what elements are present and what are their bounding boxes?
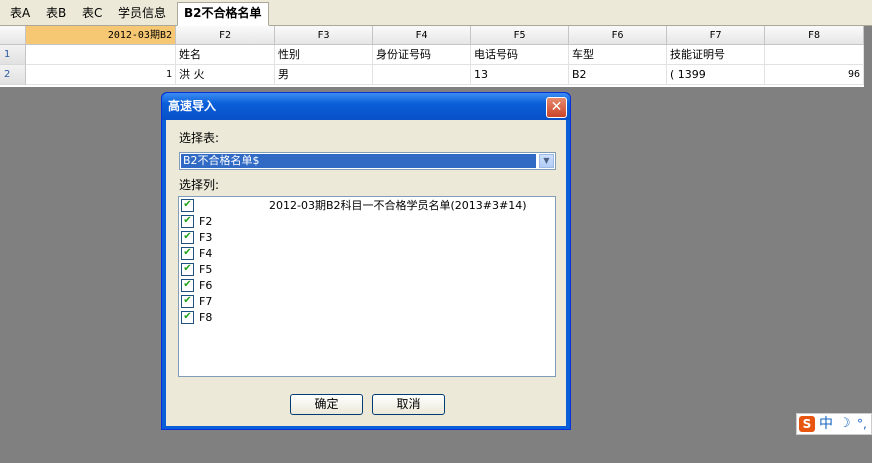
column-header-f6[interactable]: F6 [569, 26, 667, 45]
table-cell[interactable]: 性别 [275, 45, 373, 65]
ok-button[interactable]: 确定 [290, 394, 363, 415]
sogou-logo-icon[interactable]: S [799, 416, 815, 432]
tab-sheet-a[interactable]: 表A [4, 3, 36, 24]
column-item-label: 2012-03期B2科目一不合格学员名单(2013#3#14) [269, 199, 527, 212]
select-columns-label: 选择列: [179, 178, 220, 192]
column-header-f4[interactable]: F4 [373, 26, 471, 45]
column-header-f5[interactable]: F5 [471, 26, 569, 45]
table-cell[interactable] [373, 65, 471, 85]
select-table-label: 选择表: [179, 131, 220, 145]
table-cell[interactable]: 车型 [569, 45, 667, 65]
checkbox-checked-icon[interactable]: ✔ [181, 310, 194, 324]
sheet-tab-bar: 表A 表B 表C 学员信息 B2不合格名单 [0, 0, 872, 26]
column-header-f7[interactable]: F7 [667, 26, 765, 45]
column-item-label: F2 [199, 215, 213, 228]
tab-sheet-c[interactable]: 表C [76, 3, 108, 24]
grid-corner[interactable] [0, 26, 26, 45]
fast-import-dialog: 高速导入 ✕ 选择表: B2不合格名单$ ▼ 选择列: ✔ 2012-03期B2科… [161, 92, 571, 430]
table-cell[interactable]: 电话号码 [471, 45, 569, 65]
table-cell[interactable] [765, 45, 864, 65]
moon-icon[interactable]: ☽ [839, 415, 851, 433]
table-cell[interactable]: 洪 火 [176, 65, 275, 85]
table-cell[interactable]: 身份证号码 [373, 45, 471, 65]
column-item-label: F3 [199, 231, 213, 244]
ime-status-bar[interactable]: S 中 ☽ °, [796, 413, 872, 435]
table-select-value: B2不合格名单$ [181, 154, 536, 168]
punctuation-icon[interactable]: °, [857, 415, 867, 433]
table-cell[interactable]: B2 [569, 65, 667, 85]
table-select[interactable]: B2不合格名单$ ▼ [179, 152, 556, 170]
table-cell[interactable]: 男 [275, 65, 373, 85]
checkbox-checked-icon[interactable]: ✔ [181, 214, 194, 228]
column-header-f8[interactable]: F8 [765, 26, 864, 45]
spreadsheet-grid: 2012-03期B2 F2 F3 F4 F5 F6 F7 F8 1 姓名 性别 … [0, 26, 864, 87]
close-icon[interactable]: ✕ [546, 97, 567, 118]
table-cell[interactable]: 技能证明号 [667, 45, 765, 65]
column-item-label: F5 [199, 263, 213, 276]
table-cell[interactable]: 13 [471, 65, 569, 85]
list-item[interactable]: ✔ F4 [181, 246, 212, 262]
column-header-f2[interactable]: F2 [176, 26, 275, 45]
dialog-title-bar[interactable]: 高速导入 ✕ [162, 93, 570, 120]
column-item-label: F6 [199, 279, 213, 292]
column-header-f3[interactable]: F3 [275, 26, 373, 45]
table-cell[interactable]: 姓名 [176, 45, 275, 65]
list-item[interactable]: ✔ F3 [181, 230, 212, 246]
checkbox-checked-icon[interactable]: ✔ [181, 278, 194, 292]
row-header-2[interactable]: 2 [0, 65, 26, 85]
column-header-a[interactable]: 2012-03期B2 [26, 26, 176, 45]
list-item[interactable]: ✔ F8 [181, 310, 212, 326]
list-item[interactable]: ✔ F5 [181, 262, 212, 278]
column-item-label: F7 [199, 295, 213, 308]
column-item-label: F8 [199, 311, 213, 324]
row-header-1[interactable]: 1 [0, 45, 26, 65]
chevron-down-icon[interactable]: ▼ [539, 154, 554, 168]
table-cell[interactable]: ( 1399 [667, 65, 765, 85]
table-cell[interactable] [26, 45, 176, 65]
checkbox-checked-icon[interactable]: ✔ [181, 198, 194, 212]
tab-b2-failed-list[interactable]: B2不合格名单 [177, 2, 269, 26]
table-cell[interactable]: 1 [26, 65, 176, 85]
tab-student-info[interactable]: 学员信息 [112, 3, 172, 24]
tab-sheet-b[interactable]: 表B [40, 3, 72, 24]
list-item[interactable]: ✔ F2 [181, 214, 212, 230]
dialog-body: 选择表: B2不合格名单$ ▼ 选择列: ✔ 2012-03期B2科目一不合格学员… [166, 120, 566, 426]
list-item[interactable]: ✔ F7 [181, 294, 212, 310]
dialog-title: 高速导入 [168, 99, 217, 113]
checkbox-checked-icon[interactable]: ✔ [181, 294, 194, 308]
column-item-label: F4 [199, 247, 213, 260]
checkbox-checked-icon[interactable]: ✔ [181, 230, 194, 244]
checkbox-checked-icon[interactable]: ✔ [181, 262, 194, 276]
list-item[interactable]: ✔ 2012-03期B2科目一不合格学员名单(2013#3#14) [181, 198, 527, 214]
cancel-button[interactable]: 取消 [372, 394, 445, 415]
checkbox-checked-icon[interactable]: ✔ [181, 246, 194, 260]
column-checklist: ✔ 2012-03期B2科目一不合格学员名单(2013#3#14) ✔ F2 ✔ F3… [178, 196, 556, 377]
table-cell[interactable]: 96 [765, 65, 864, 85]
ime-language-toggle[interactable]: 中 [819, 416, 833, 432]
list-item[interactable]: ✔ F6 [181, 278, 212, 294]
